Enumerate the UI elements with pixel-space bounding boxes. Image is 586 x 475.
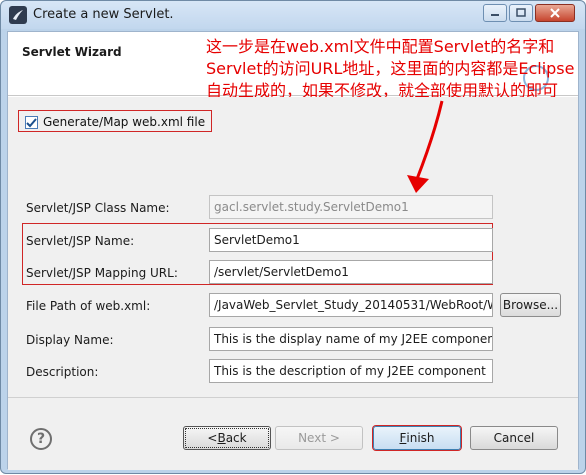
- close-button[interactable]: [535, 4, 575, 22]
- dialog-body: Servlet Wizard 这一步是在web.xml文件中配置Servlet的…: [7, 31, 579, 470]
- browse-button[interactable]: Browse...: [500, 293, 561, 317]
- file-path-label: File Path of web.xml:: [26, 299, 151, 313]
- wizard-banner: Servlet Wizard 这一步是在web.xml文件中配置Servlet的…: [8, 32, 578, 100]
- mapping-url-field[interactable]: /servlet/ServletDemo1: [209, 260, 493, 284]
- back-mnemonic: B: [217, 431, 226, 445]
- cancel-button[interactable]: Cancel: [470, 426, 558, 450]
- class-name-field: gacl.servlet.study.ServletDemo1: [209, 195, 493, 219]
- description-field[interactable]: This is the description of my J2EE compo…: [209, 359, 493, 383]
- servlet-name-label: Servlet/JSP Name:: [26, 234, 135, 248]
- file-path-field[interactable]: /JavaWeb_Servlet_Study_20140531/WebRoot/…: [209, 293, 493, 317]
- class-name-label: Servlet/JSP Class Name:: [26, 201, 170, 215]
- window-controls: [481, 4, 575, 22]
- display-name-label: Display Name:: [26, 333, 114, 347]
- servlet-name-field[interactable]: ServletDemo1: [209, 228, 493, 252]
- finish-rest: inish: [406, 431, 435, 445]
- title-bar[interactable]: Create a new Servlet.: [1, 1, 585, 29]
- back-button[interactable]: < Back: [183, 426, 271, 450]
- finish-button[interactable]: Finish: [373, 426, 461, 450]
- maximize-icon: [516, 8, 526, 17]
- generate-web-xml-label: Generate/Map web.xml file: [43, 115, 206, 129]
- maximize-button[interactable]: [509, 4, 533, 22]
- generate-web-xml-checkbox[interactable]: [25, 115, 38, 129]
- help-icon[interactable]: ?: [30, 428, 52, 450]
- button-bar: ? < Back Next > Finish Cancel: [8, 397, 578, 470]
- display-name-field[interactable]: This is the display name of my J2EE comp…: [209, 327, 493, 351]
- close-icon: [550, 8, 560, 18]
- minimize-button[interactable]: [483, 4, 507, 22]
- servlet-form: Generate/Map web.xml file Servlet/JSP Cl…: [8, 97, 578, 397]
- dialog-window: Create a new Servlet. Servlet Wizard 这一步…: [0, 0, 586, 474]
- checkmark-icon: [26, 117, 37, 127]
- minimize-icon: [491, 14, 499, 16]
- window-title: Create a new Servlet.: [33, 7, 174, 22]
- next-button[interactable]: Next >: [275, 426, 363, 450]
- mapping-url-label: Servlet/JSP Mapping URL:: [26, 266, 178, 280]
- generate-web-xml-option[interactable]: Generate/Map web.xml file: [18, 110, 213, 132]
- app-icon: [9, 6, 27, 24]
- wizard-title: Servlet Wizard: [22, 45, 122, 59]
- description-label: Description:: [26, 365, 99, 379]
- finish-mnemonic: F: [399, 431, 407, 445]
- back-prefix: <: [207, 431, 218, 445]
- annotation-text: 这一步是在web.xml文件中配置Servlet的名字和Servlet的访问UR…: [206, 37, 575, 100]
- back-rest: ack: [225, 431, 247, 445]
